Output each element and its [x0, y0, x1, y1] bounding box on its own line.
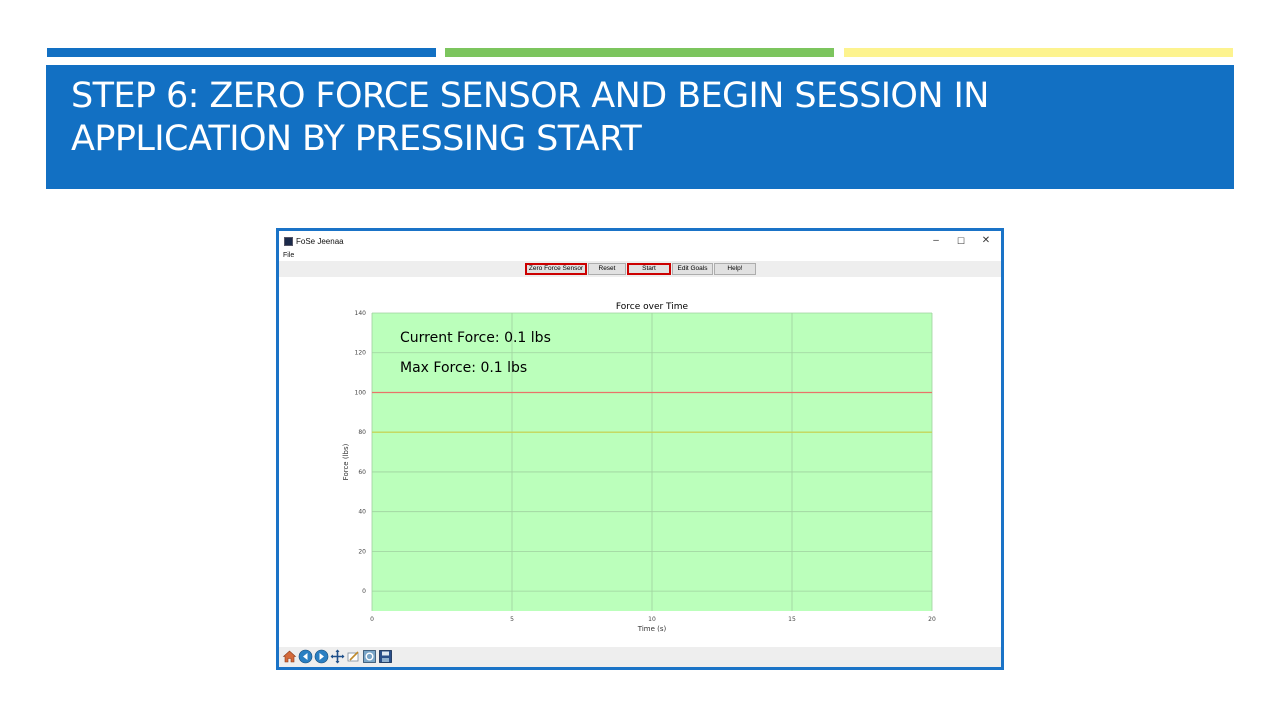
- zero-force-sensor-button[interactable]: Zero Force Sensor: [525, 263, 587, 275]
- force-chart: Force over Time 0 20 40 60 80 100 120 140 0 5 10 15 2…: [342, 302, 936, 633]
- configure-icon[interactable]: [362, 649, 377, 664]
- app-screenshot: FoSe Jeenaa – ☐ ✕ File Zero Force Sensor…: [276, 228, 1004, 670]
- force-annotation: Max Force: 0.1 lbs: [400, 360, 527, 376]
- y-tick-label: 120: [355, 350, 367, 357]
- app-toolbar: Zero Force Sensor Reset Start Edit Goals…: [279, 261, 1001, 277]
- y-tick-label: 80: [358, 429, 366, 436]
- slide-title: STEP 6: ZERO FORCE SENSOR AND BEGIN SESS…: [71, 76, 989, 159]
- save-icon[interactable]: [378, 649, 393, 664]
- x-tick-label: 0: [370, 616, 374, 623]
- maximize-button[interactable]: ☐: [950, 233, 972, 249]
- help-button[interactable]: Help!: [714, 263, 756, 275]
- y-tick-label: 100: [355, 389, 367, 396]
- close-button[interactable]: ✕: [975, 233, 997, 249]
- plot-area: Force over Time 0 20 40 60 80 100 120 140 0 5 10 15 2…: [279, 277, 1001, 647]
- y-tick-label: 20: [358, 548, 366, 555]
- home-icon[interactable]: [282, 649, 297, 664]
- reset-button[interactable]: Reset: [588, 263, 626, 275]
- accent-bar-blue: [47, 48, 436, 57]
- y-tick-label: 140: [355, 310, 367, 317]
- app-logo-icon: [284, 237, 293, 246]
- x-tick-label: 20: [928, 616, 936, 623]
- x-tick-label: 5: [510, 616, 514, 623]
- y-tick-label: 0: [362, 588, 366, 595]
- minimize-button[interactable]: –: [925, 233, 947, 249]
- x-tick-label: 15: [788, 616, 796, 623]
- zoom-icon[interactable]: [346, 649, 361, 664]
- accent-bar-green: [445, 48, 834, 57]
- back-icon[interactable]: [298, 649, 313, 664]
- y-tick-label: 60: [358, 469, 366, 476]
- plot-navigation-toolbar: [279, 647, 1001, 667]
- y-axis-label: Force (lbs): [342, 443, 350, 480]
- x-axis-label: Time (s): [637, 625, 667, 633]
- pan-icon[interactable]: [330, 649, 345, 664]
- app-window-title: FoSe Jeenaa: [296, 237, 344, 246]
- title-banner: STEP 6: ZERO FORCE SENSOR AND BEGIN SESS…: [46, 65, 1234, 189]
- menubar: File: [279, 251, 1001, 261]
- app-titlebar: FoSe Jeenaa – ☐ ✕: [279, 231, 1001, 251]
- x-tick-label: 10: [648, 616, 656, 623]
- menu-file[interactable]: File: [283, 251, 294, 261]
- forward-icon[interactable]: [314, 649, 329, 664]
- force-annotation: Current Force: 0.1 lbs: [400, 330, 551, 346]
- edit-goals-button[interactable]: Edit Goals: [672, 263, 713, 275]
- accent-bar-yellow: [844, 48, 1233, 57]
- start-button[interactable]: Start: [627, 263, 671, 275]
- y-tick-label: 40: [358, 509, 366, 516]
- chart-title: Force over Time: [616, 302, 689, 312]
